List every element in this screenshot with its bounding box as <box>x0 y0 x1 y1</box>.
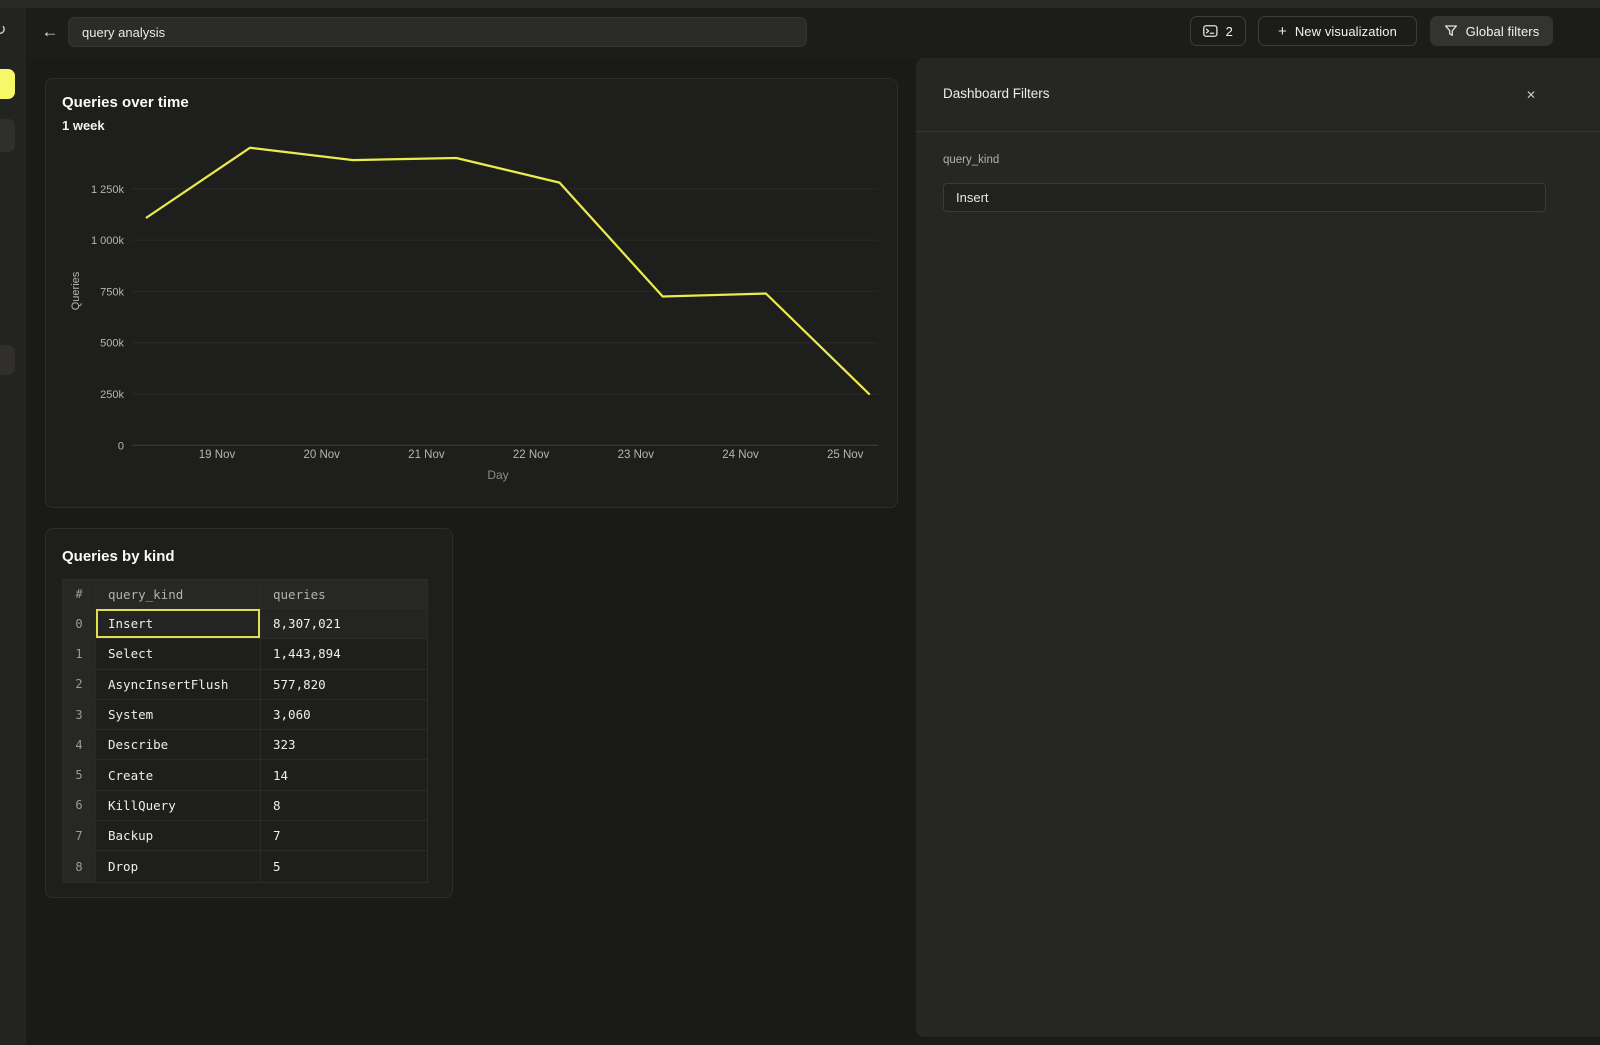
row-index-cell[interactable]: 4 <box>63 730 96 760</box>
row-index-cell[interactable]: 7 <box>63 821 96 851</box>
query-kind-cell[interactable]: AsyncInsertFlush <box>96 670 261 700</box>
y-tick-label: 1 250k <box>91 184 125 196</box>
panel-title: Dashboard Filters <box>943 86 1050 101</box>
y-tick-label: 750k <box>100 286 124 298</box>
queries-table: #query_kindqueries 0Insert8,307,021 1Selec… <box>62 579 428 883</box>
close-button[interactable]: ✕ <box>1520 84 1542 106</box>
left-rail: ↻ <box>0 8 26 1045</box>
queries-series-line <box>147 148 869 394</box>
x-tick-label: 23 Nov <box>618 449 655 461</box>
x-tick-label: 24 Nov <box>722 449 759 461</box>
close-icon: ✕ <box>1526 88 1536 102</box>
y-tick-label: 0 <box>118 440 124 452</box>
sql-console-icon <box>1203 24 1218 38</box>
query-kind-cell[interactable]: Backup <box>96 821 261 851</box>
queries-value-cell[interactable]: 8 <box>261 791 427 821</box>
x-tick-label: 20 Nov <box>303 449 340 461</box>
dashboard-title-input[interactable] <box>68 17 807 47</box>
x-tick-label: 22 Nov <box>513 449 550 461</box>
rail-item-active[interactable] <box>0 69 15 99</box>
plus-icon: + <box>1278 24 1287 39</box>
refresh-icon[interactable]: ↻ <box>0 20 6 40</box>
console-count: 2 <box>1226 24 1233 39</box>
back-arrow-icon: ← <box>42 22 59 42</box>
queries-value-cell[interactable]: 3,060 <box>261 700 427 730</box>
chart-title: Queries over time <box>62 94 189 111</box>
filter-funnel-icon <box>1444 24 1458 38</box>
table-title: Queries by kind <box>62 548 175 565</box>
queries-over-time-card: Queries over time 1 week 0 250k 500k 750k 1 … <box>45 78 898 508</box>
panel-header: Dashboard Filters ✕ <box>916 58 1600 132</box>
rail-item[interactable] <box>0 119 15 152</box>
row-index-cell[interactable]: 1 <box>63 639 96 669</box>
query-kind-cell[interactable]: Create <box>96 760 261 790</box>
query-kind-cell[interactable]: Select <box>96 639 261 669</box>
query-kind-filter-input[interactable] <box>943 183 1546 212</box>
queries-value-cell[interactable]: 323 <box>261 730 427 760</box>
column-header-query-kind[interactable]: query_kind <box>96 580 261 609</box>
x-tick-label: 19 Nov <box>199 449 236 461</box>
queries-value-cell[interactable]: 7 <box>261 821 427 851</box>
query-kind-cell[interactable]: Describe <box>96 730 261 760</box>
y-tick-label: 250k <box>100 389 124 401</box>
rail-item[interactable] <box>0 345 15 375</box>
query-kind-cell[interactable]: Drop <box>96 851 261 881</box>
new-visualization-label: New visualization <box>1295 24 1397 39</box>
x-axis-title: Day <box>487 468 508 482</box>
query-kind-cell[interactable]: System <box>96 700 261 730</box>
queries-value-cell[interactable]: 1,443,894 <box>261 639 427 669</box>
queries-value-cell[interactable]: 5 <box>261 851 427 881</box>
x-tick-label: 21 Nov <box>408 449 445 461</box>
row-index-cell[interactable]: 8 <box>63 851 96 881</box>
y-axis-title: Queries <box>70 271 82 310</box>
global-filters-label: Global filters <box>1466 24 1540 39</box>
row-index-cell[interactable]: 3 <box>63 700 96 730</box>
back-button[interactable]: ← <box>36 18 64 46</box>
queries-value-cell[interactable]: 8,307,021 <box>261 609 427 639</box>
query-kind-cell[interactable]: Insert <box>96 609 261 639</box>
x-tick-label: 25 Nov <box>827 449 864 461</box>
dashboard-filters-panel: Dashboard Filters ✕ query_kind <box>916 58 1600 1037</box>
row-index-cell[interactable]: 6 <box>63 791 96 821</box>
y-tick-label: 500k <box>100 338 124 350</box>
new-visualization-button[interactable]: + New visualization <box>1258 16 1417 46</box>
top-bar: ← 2 + New visualization Global filters <box>26 8 1600 58</box>
row-index-cell[interactable]: 5 <box>63 760 96 790</box>
queries-by-kind-card: Queries by kind #query_kindqueries 0Inser… <box>45 528 453 898</box>
chart-subtitle: 1 week <box>62 118 105 133</box>
column-header-index[interactable]: # <box>63 580 96 609</box>
queries-value-cell[interactable]: 577,820 <box>261 670 427 700</box>
filter-label: query_kind <box>943 154 999 166</box>
global-filters-button[interactable]: Global filters <box>1430 16 1553 46</box>
row-index-cell[interactable]: 0 <box>63 609 96 639</box>
query-kind-cell[interactable]: KillQuery <box>96 791 261 821</box>
column-header-queries[interactable]: queries <box>261 580 427 609</box>
window-top-strip <box>0 0 1600 8</box>
y-tick-label: 1 000k <box>91 235 125 247</box>
queries-line-chart: 0 250k 500k 750k 1 000k 1 250k Queries 19 Nov 20… <box>62 141 892 491</box>
row-index-cell[interactable]: 2 <box>63 670 96 700</box>
sql-console-button[interactable]: 2 <box>1190 16 1246 46</box>
queries-value-cell[interactable]: 14 <box>261 760 427 790</box>
